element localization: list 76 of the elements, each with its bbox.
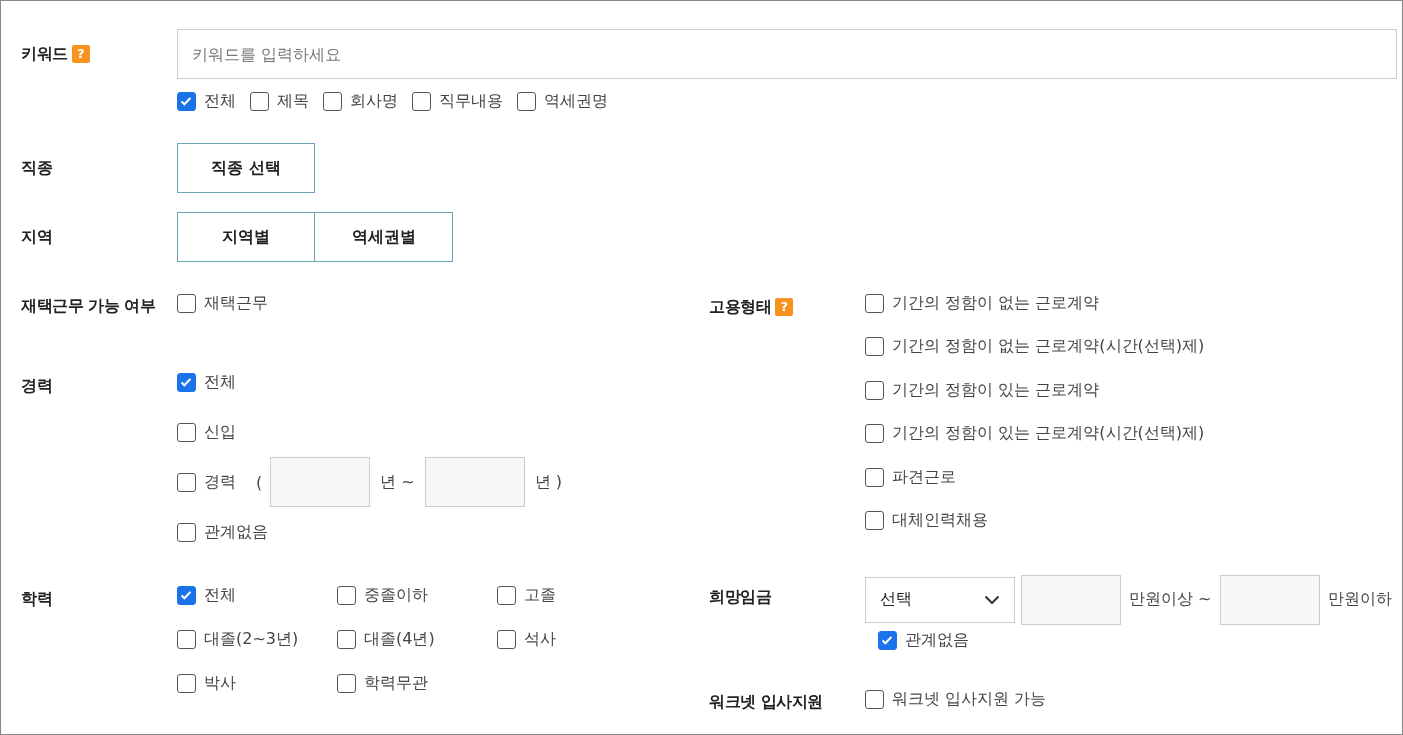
checkbox[interactable] <box>865 424 884 444</box>
checkbox[interactable] <box>177 673 196 693</box>
checkbox[interactable] <box>865 467 884 487</box>
field-label: 재택근무 가능 여부 <box>21 295 156 317</box>
checkbox-label: 제목 <box>277 90 309 112</box>
select-job-button[interactable]: 직종 선택 <box>177 143 315 193</box>
checkbox-label: 경력 <box>204 471 236 493</box>
region-button[interactable]: 역세권별 <box>315 212 453 262</box>
checkbox-label: 중졸이하 <box>364 584 428 606</box>
checkbox[interactable] <box>337 629 356 649</box>
salary-to-input[interactable] <box>1219 574 1320 625</box>
checkbox[interactable] <box>865 511 884 531</box>
checkbox-label: 전체 <box>204 371 236 393</box>
years-from-input[interactable] <box>270 457 371 507</box>
checkbox[interactable] <box>865 337 884 357</box>
checkbox[interactable] <box>517 91 536 111</box>
unit-text: 만원이상 ~ <box>1129 589 1212 611</box>
chevron-down-icon <box>984 594 1000 605</box>
unit-text: 만원이하 <box>1327 589 1392 611</box>
salary-from-input[interactable] <box>1021 574 1121 625</box>
checkbox-label: 대체인력채용 <box>892 510 988 532</box>
field-label: 지역 <box>21 226 52 248</box>
checkbox-label: 신입 <box>204 421 236 443</box>
checkbox[interactable] <box>177 372 196 392</box>
checkbox-label: 고졸 <box>524 584 556 606</box>
checkbox-label: 회사명 <box>350 90 398 112</box>
checkbox-label: 재택근무 <box>204 292 268 314</box>
field-label: 경력 <box>21 375 52 397</box>
checkbox[interactable] <box>323 91 342 111</box>
checkbox[interactable] <box>865 690 884 710</box>
checkbox[interactable] <box>177 422 196 442</box>
checkbox[interactable] <box>337 585 356 605</box>
checkbox-label: 박사 <box>204 672 236 694</box>
region-button[interactable]: 지역별 <box>177 212 315 262</box>
field-label: 직종 <box>21 157 52 179</box>
checkbox[interactable] <box>878 631 897 651</box>
checkbox-label: 전체 <box>204 584 236 606</box>
checkbox[interactable] <box>412 91 431 111</box>
checkbox-label: 학력무관 <box>364 672 428 694</box>
checkbox[interactable] <box>497 629 516 649</box>
field-label: 키워드 <box>21 43 68 65</box>
checkbox[interactable] <box>337 673 356 693</box>
checkbox[interactable] <box>177 472 196 492</box>
years-to-input[interactable] <box>424 457 525 507</box>
checkbox[interactable] <box>177 522 196 542</box>
checkbox[interactable] <box>250 91 269 111</box>
checkbox-label: 대졸(4년) <box>364 628 435 650</box>
field-label: 워크넷 입사지원 <box>709 692 823 714</box>
checkbox[interactable] <box>865 293 884 313</box>
field-label: 희망임금 <box>709 587 771 609</box>
keyword-input[interactable]: 키워드를 입력하세요 <box>177 29 1397 79</box>
checkbox[interactable] <box>865 380 884 400</box>
checkbox-label: 기간의 정함이 없는 근로계약 <box>892 292 1100 314</box>
checkbox[interactable] <box>177 585 196 605</box>
checkbox-label: 대졸(2~3년) <box>204 628 299 650</box>
salary-select[interactable]: 선택 <box>865 576 1015 623</box>
field-label: 고용형태 <box>709 296 771 318</box>
checkbox-label: 전체 <box>204 90 236 112</box>
unit-text: 년 ) <box>534 471 563 493</box>
checkbox-label: 관계없음 <box>905 630 969 652</box>
checkbox-label: 워크넷 입사지원 가능 <box>892 689 1047 711</box>
checkbox-label: 기간의 정함이 있는 근로계약 <box>892 379 1100 401</box>
checkbox-label: 기간의 정함이 있는 근로계약(시간(선택)제) <box>892 423 1205 445</box>
checkbox-label: 파견근로 <box>892 466 956 488</box>
checkbox-label: 직무내용 <box>439 90 503 112</box>
bracket-text: ( <box>256 472 263 492</box>
field-label: 학력 <box>21 588 52 610</box>
checkbox[interactable] <box>497 585 516 605</box>
checkbox-label: 역세권명 <box>544 90 608 112</box>
checkbox[interactable] <box>177 91 196 111</box>
checkbox-label: 기간의 정함이 없는 근로계약(시간(선택)제) <box>892 336 1205 358</box>
checkbox-label: 석사 <box>524 628 556 650</box>
checkbox[interactable] <box>177 629 196 649</box>
unit-text: 년 ~ <box>380 471 415 493</box>
checkbox-label: 관계없음 <box>204 521 268 543</box>
checkbox[interactable] <box>177 293 196 313</box>
